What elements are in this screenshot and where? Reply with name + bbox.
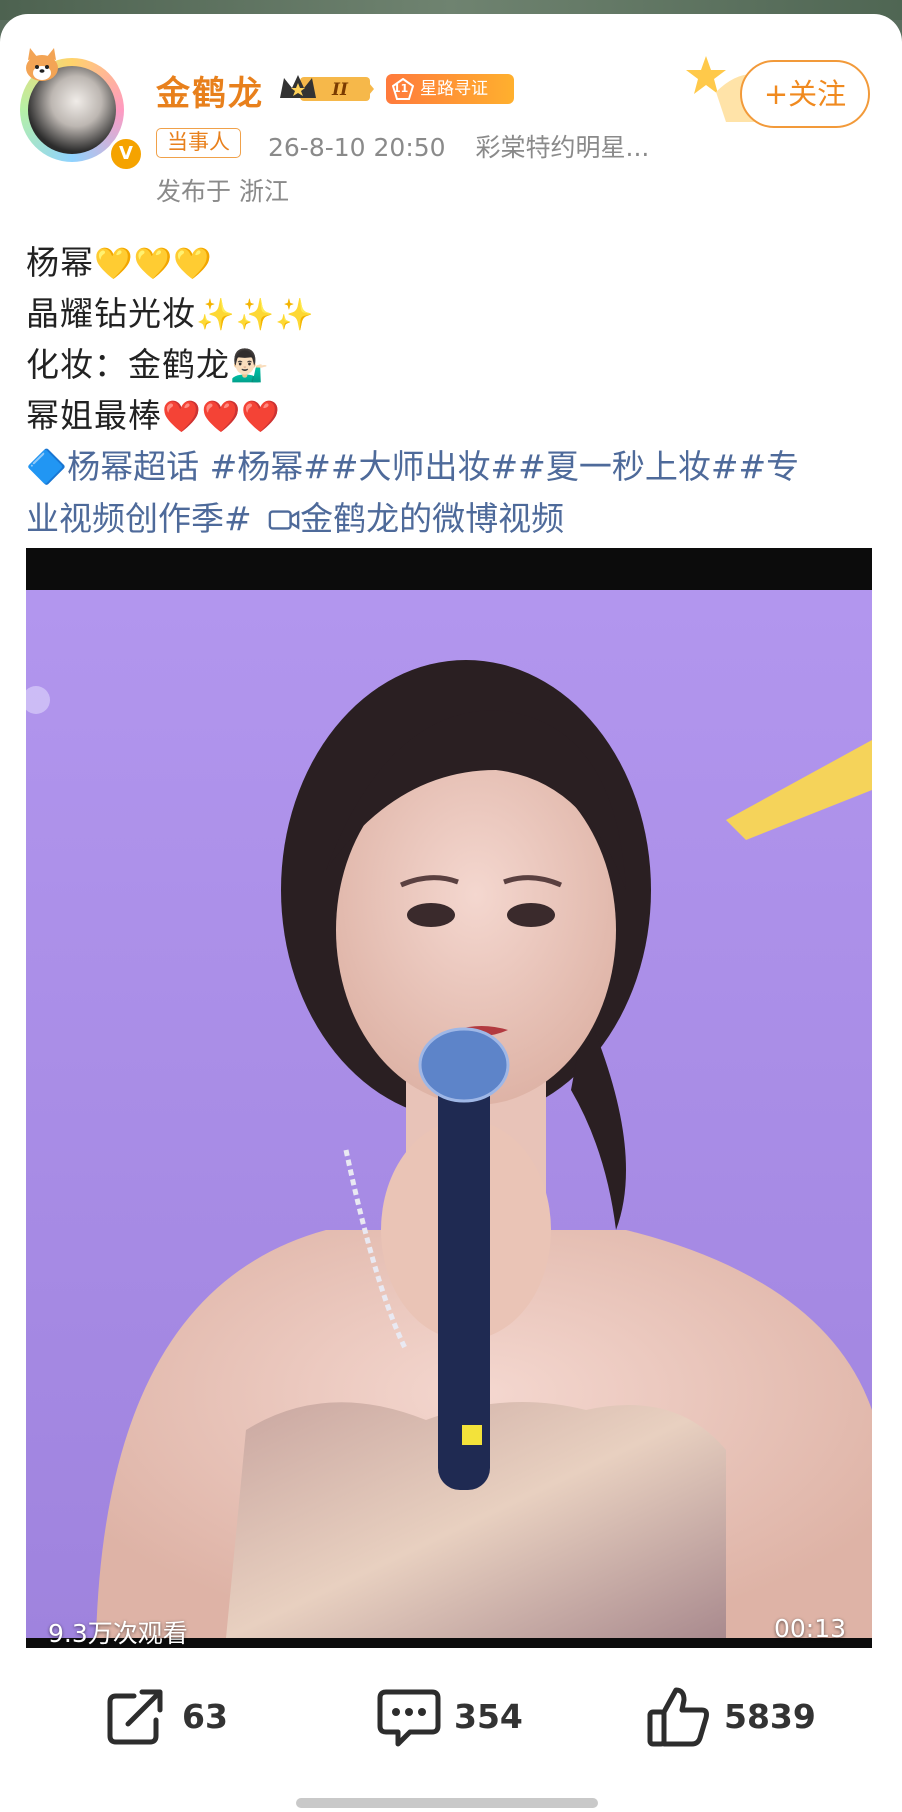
corgi-icon	[26, 48, 58, 81]
home-indicator[interactable]	[296, 1798, 598, 1808]
hearts-emoji: 💛💛💛	[94, 246, 213, 282]
video-camera-icon	[268, 510, 300, 530]
text-line: 幂姐最棒❤️❤️❤️	[26, 389, 281, 437]
text-line-content: 晶耀钻光妆	[26, 294, 196, 333]
comment-button[interactable]: 354	[376, 1684, 523, 1748]
star-badge-label: 星路寻证	[420, 79, 488, 99]
action-bar: 63 354 5839	[0, 1654, 902, 1774]
repost-count: 63	[182, 1696, 228, 1736]
svg-text:II: II	[331, 80, 349, 100]
like-button[interactable]: 5839	[646, 1684, 816, 1748]
video-duration: 00:13	[773, 1614, 846, 1643]
comment-count: 354	[454, 1696, 523, 1736]
topic-links[interactable]: 🔷杨幂超话 #杨幂##大师出妆##夏一秒上妆##专	[26, 440, 799, 488]
star-badge-num: 11	[393, 82, 409, 95]
person-emoji: 💁🏻‍♂️	[230, 348, 270, 384]
star-badge[interactable]: 11 星路寻证	[386, 74, 514, 104]
topic-link[interactable]: 业视频创作季#	[26, 499, 252, 538]
text-line: 晶耀钻光妆✨✨✨	[26, 287, 315, 335]
post-source[interactable]: 彩棠特约明星...	[476, 133, 650, 162]
author-avatar[interactable]: V	[20, 48, 144, 172]
text-line-content: 杨幂	[26, 243, 94, 282]
author-name[interactable]: 金鹤龙	[156, 66, 264, 115]
party-tag: 当事人	[156, 128, 241, 158]
video-letterbox-top	[26, 548, 872, 590]
video-link[interactable]: 金鹤龙的微博视频	[300, 499, 564, 538]
sparkles-emoji: ✨✨✨	[196, 297, 315, 333]
repost-button[interactable]: 63	[104, 1684, 228, 1748]
follow-button[interactable]: +关注	[740, 60, 870, 128]
topic-links-continued: 业视频创作季# 金鹤龙的微博视频	[26, 492, 564, 540]
video-view-count: 9.3万次观看	[48, 1619, 188, 1648]
post-location: 发布于 浙江	[156, 177, 289, 206]
like-count: 5839	[724, 1696, 816, 1736]
video-player[interactable]: 9.3万次观看 00:13	[26, 548, 872, 1648]
post-timestamp: 26-8-10 20:50	[268, 133, 446, 162]
like-icon	[647, 1687, 709, 1747]
repost-icon	[107, 1689, 163, 1745]
post-meta: 26-8-10 20:50 彩棠特约明星...	[268, 128, 649, 164]
text-line: 化妆：金鹤龙💁🏻‍♂️	[26, 338, 270, 386]
red-hearts-emoji: ❤️❤️❤️	[162, 399, 281, 435]
verified-v-icon: V	[108, 136, 144, 172]
video-thumbnail	[26, 590, 872, 1638]
text-line: 杨幂💛💛💛	[26, 236, 213, 284]
comment-icon	[377, 1689, 441, 1747]
crown-icon[interactable]: II	[278, 72, 374, 106]
post-card: V 金鹤龙 II 11 星路寻证 +关注 当事人 26-8-10 20:50 彩…	[0, 14, 902, 1812]
text-line-content: 化妆：金鹤龙	[26, 345, 230, 384]
text-line-content: 幂姐最棒	[26, 396, 162, 435]
